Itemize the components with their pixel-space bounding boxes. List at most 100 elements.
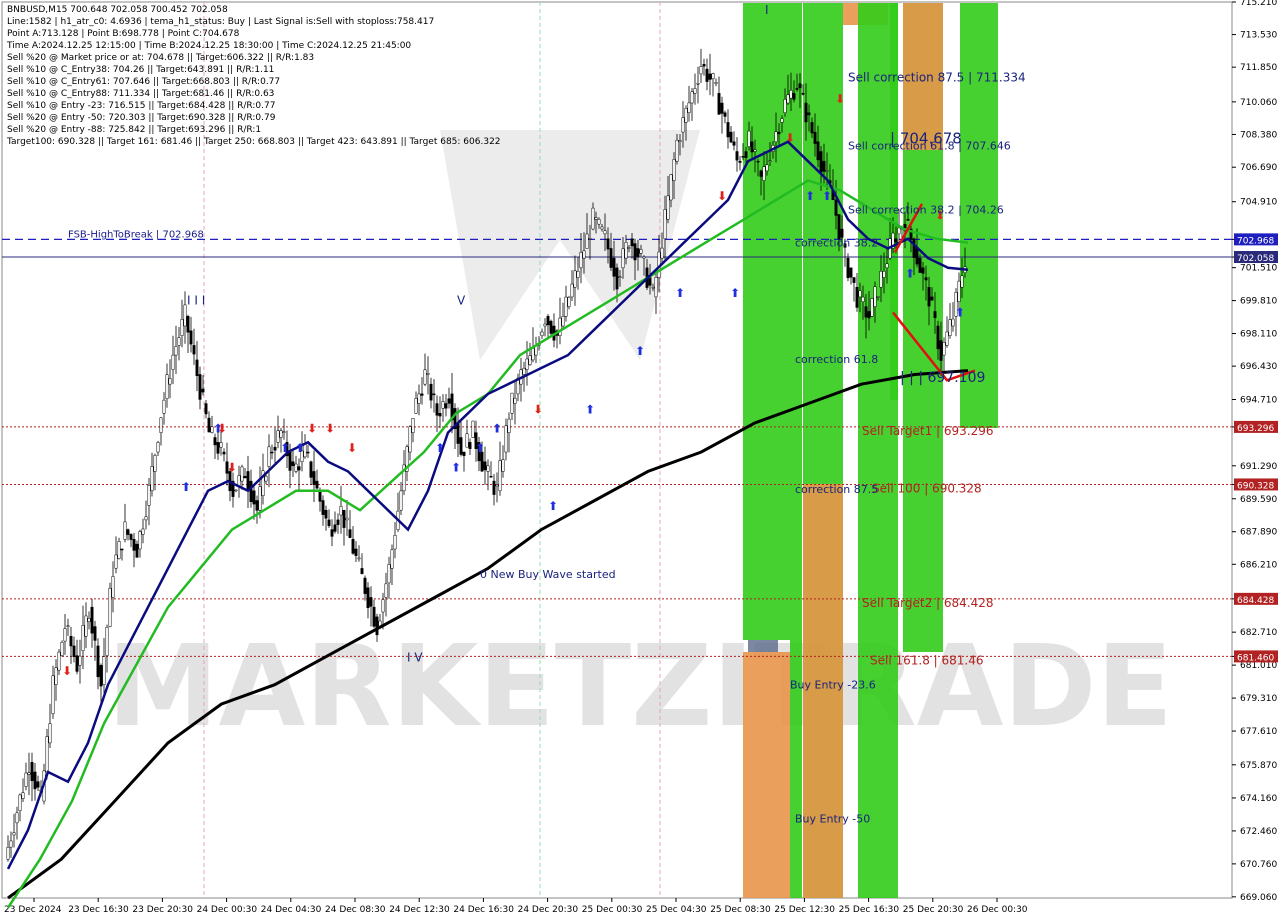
y-tick-label: 701.510 <box>1240 264 1277 274</box>
y-tick-label: 679.310 <box>1240 694 1277 704</box>
candle-body <box>459 437 463 455</box>
candle-body <box>543 323 547 327</box>
candle-body <box>333 524 337 532</box>
candle-body <box>153 455 157 472</box>
candle-body <box>609 248 613 268</box>
candle-body <box>264 475 268 482</box>
sell-arrow-icon: ⬇ <box>307 422 317 436</box>
info-line: BNBUSD,M15 700.648 702.058 700.452 702.0… <box>7 5 228 15</box>
candle-body <box>27 772 31 775</box>
candle-body <box>135 543 139 558</box>
candle-body <box>147 485 151 506</box>
candle-body <box>327 519 331 527</box>
candle-body <box>945 331 949 346</box>
candle-body <box>291 461 295 467</box>
buy-arrow-icon: ⬆ <box>451 460 461 474</box>
x-tick-label: 25 Dec 20:30 <box>903 905 964 915</box>
y-tick-label: 699.810 <box>1240 297 1277 307</box>
candle-body <box>435 403 439 416</box>
candle-body <box>573 270 577 288</box>
candle-body <box>15 812 19 824</box>
candle-body <box>639 249 643 254</box>
candle-body <box>483 461 487 471</box>
candle-body <box>936 325 940 350</box>
info-line: Sell %10 @ C_Entry88: 711.334 || Target:… <box>7 89 275 99</box>
candle-body <box>372 606 376 627</box>
candle-body <box>90 606 94 634</box>
candle-body <box>363 577 367 594</box>
candle-body <box>351 539 355 554</box>
candle-body <box>618 276 622 278</box>
candle-body <box>294 463 298 472</box>
buy-arrow-icon: ⬆ <box>295 441 305 455</box>
candle-body <box>33 771 37 790</box>
candle-body <box>393 535 397 550</box>
candle-body <box>750 141 754 153</box>
candle-body <box>597 219 601 225</box>
candle-body <box>849 267 853 278</box>
x-tick-label: 24 Dec 00:30 <box>197 905 258 915</box>
candle-body <box>339 505 343 516</box>
price-tag-label: 681.460 <box>1237 653 1274 663</box>
candle-body <box>48 723 52 744</box>
candle-body <box>102 656 106 685</box>
candle-body <box>819 151 823 173</box>
x-tick-label: 24 Dec 12:30 <box>389 905 450 915</box>
candle-body <box>816 141 820 161</box>
annotation-text: Buy Entry -50 <box>795 812 870 825</box>
info-line: Sell %20 @ Entry -50: 720.303 || Target:… <box>7 113 276 123</box>
candle-body <box>930 296 934 301</box>
candle-body <box>144 516 148 521</box>
candle-body <box>489 476 493 478</box>
annotation-text: I <box>765 3 769 17</box>
buy-arrow-icon: ⬆ <box>435 441 445 455</box>
info-line: Sell %10 @ C_Entry61: 707.646 || Target:… <box>7 77 281 87</box>
candle-body <box>183 304 187 327</box>
y-tick-label: 674.160 <box>1240 794 1277 804</box>
candle-body <box>330 529 334 537</box>
info-line: Sell %20 @ Entry -88: 725.842 || Target:… <box>7 125 262 135</box>
candle-body <box>591 207 595 230</box>
candle-body <box>150 466 154 492</box>
candle-body <box>87 617 91 622</box>
candle-body <box>63 628 67 642</box>
candle-body <box>120 548 124 551</box>
candle-body <box>765 164 769 172</box>
candle-body <box>156 442 160 453</box>
info-line: Sell %20 @ Market price or at: 704.678 |… <box>7 53 315 63</box>
candle-body <box>189 330 193 345</box>
candle-body <box>282 431 286 433</box>
candle-body <box>912 238 916 258</box>
candle-body <box>279 430 283 438</box>
candle-body <box>582 250 586 259</box>
candle-body <box>660 247 664 259</box>
candle-body <box>768 160 772 163</box>
candle-body <box>762 166 766 181</box>
price-tag-label: 702.058 <box>1237 254 1274 264</box>
candle-body <box>546 316 550 326</box>
candle-body <box>681 117 685 133</box>
buy-arrow-icon: ⬆ <box>548 499 558 513</box>
info-line: Target100: 690.328 || Target 161: 681.46… <box>7 137 501 147</box>
sell-arrow-icon: ⬇ <box>217 422 227 436</box>
candle-body <box>672 159 676 181</box>
y-tick-label: 713.530 <box>1240 31 1277 41</box>
candle-body <box>576 270 580 278</box>
candle-body <box>744 151 748 158</box>
buy-arrow-icon: ⬆ <box>822 189 832 203</box>
candle-body <box>939 340 943 361</box>
x-tick-label: 25 Dec 00:30 <box>582 905 643 915</box>
candle-body <box>54 667 58 685</box>
candle-body <box>633 243 637 261</box>
buy-arrow-icon: ⬆ <box>585 402 595 416</box>
candle-body <box>165 374 169 399</box>
price-tag-label: 684.428 <box>1237 596 1274 606</box>
candle-body <box>321 500 325 515</box>
candle-body <box>786 94 790 104</box>
candle-body <box>354 548 358 556</box>
candle-body <box>810 122 814 134</box>
candle-body <box>447 398 451 404</box>
candle-body <box>492 480 496 495</box>
candle-body <box>159 417 163 433</box>
candle-body <box>696 83 700 85</box>
